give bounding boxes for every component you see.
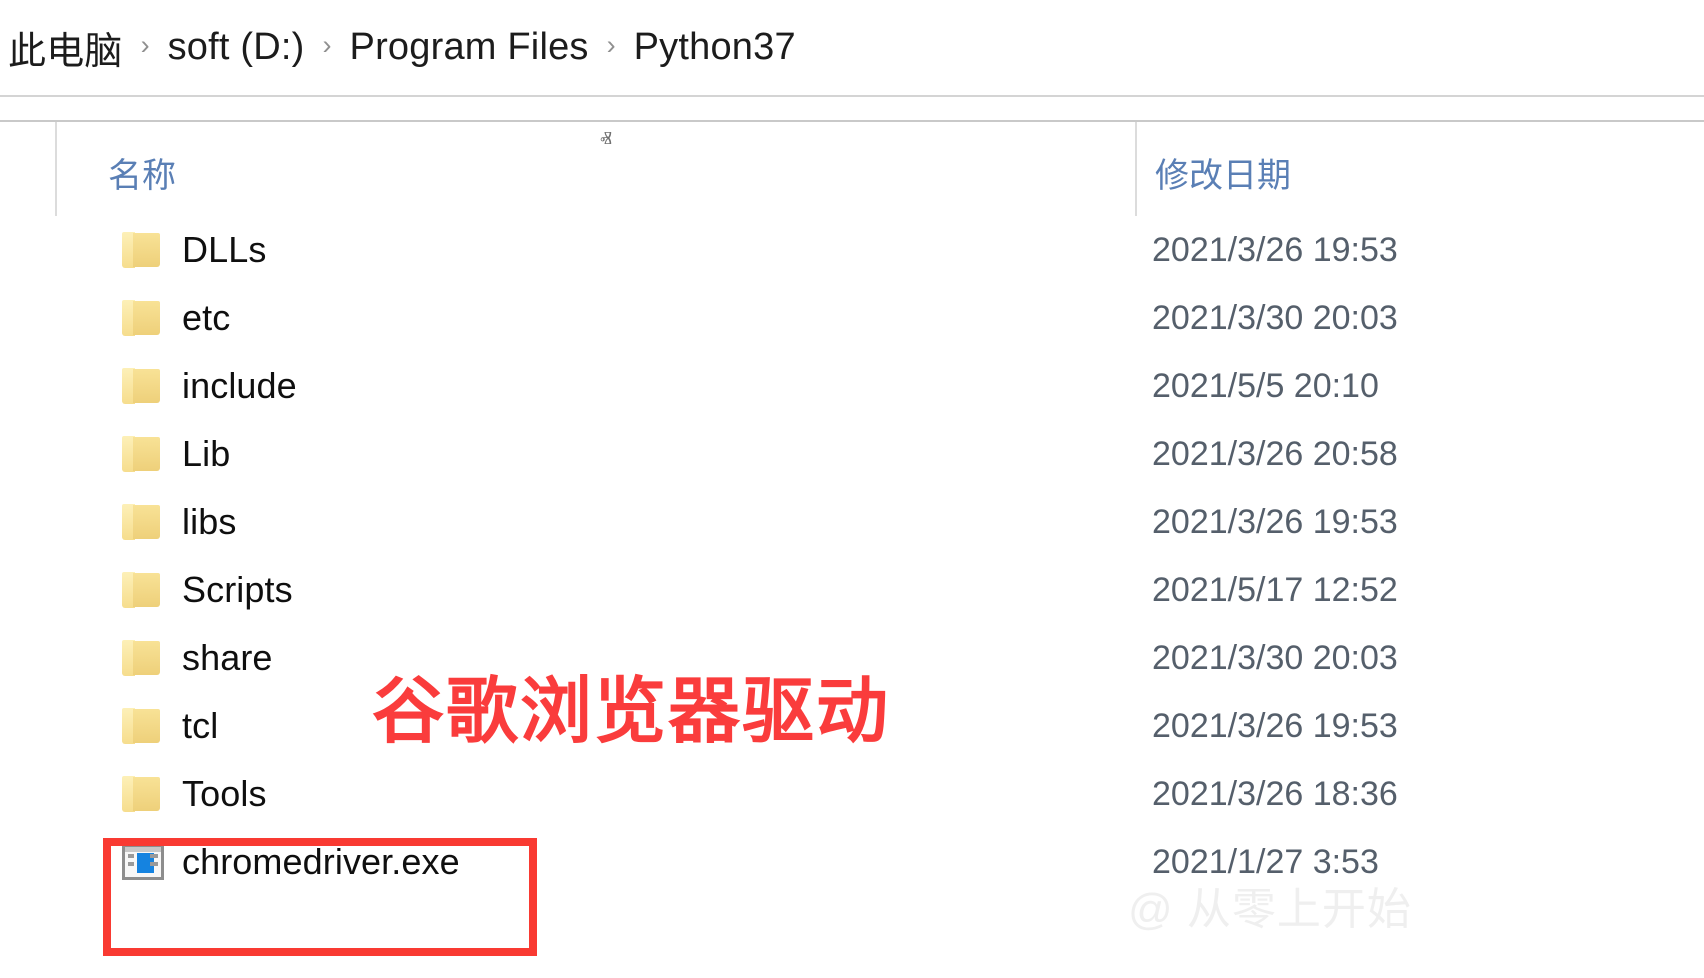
folder-icon (122, 295, 168, 341)
file-date-modified: 2021/3/30 20:03 (1152, 298, 1398, 337)
watermark: @ 从零上开始 (1128, 885, 1412, 934)
folder-icon (122, 499, 168, 545)
breadcrumb-item-this-pc[interactable]: 此电脑 (8, 20, 123, 75)
folder-icon (122, 635, 168, 681)
file-name: DLLs (182, 229, 267, 270)
breadcrumb-separator-icon-1: › (140, 30, 150, 60)
table-row[interactable]: include 2021/5/5 20:10 (0, 352, 1704, 420)
divider-above-header (0, 95, 1704, 97)
file-name: etc (182, 297, 231, 338)
file-name: include (182, 365, 297, 406)
breadcrumb-separator-icon-2: › (322, 30, 332, 60)
file-name: chromedriver.exe (182, 841, 460, 882)
column-header-row: ⱏ 名称 修改日期 (0, 122, 1704, 216)
folder-icon (122, 363, 168, 409)
file-list: DLLs 2021/3/26 19:53 etc 2021/3/30 20:03… (0, 216, 1704, 896)
table-row[interactable]: Scripts 2021/5/17 12:52 (0, 556, 1704, 624)
table-row[interactable]: libs 2021/3/26 19:53 (0, 488, 1704, 556)
column-header-name[interactable]: 名称 (108, 148, 176, 197)
file-date-modified: 2021/5/17 12:52 (1152, 570, 1398, 609)
sort-ascending-caret-icon: ⱏ (600, 126, 612, 154)
file-name: Lib (182, 433, 231, 474)
table-row[interactable]: Tools 2021/3/26 18:36 (0, 760, 1704, 828)
annotation-red-text: 谷歌浏览器驱动 (372, 672, 891, 752)
file-name: Scripts (182, 569, 293, 610)
file-date-modified: 2021/3/26 19:53 (1152, 230, 1398, 269)
folder-icon (122, 771, 168, 817)
folder-icon (122, 227, 168, 273)
file-date-modified: 2021/3/26 18:36 (1152, 774, 1398, 813)
folder-icon (122, 567, 168, 613)
column-divider-middle[interactable] (1135, 122, 1137, 216)
file-date-modified: 2021/3/26 19:53 (1152, 502, 1398, 541)
file-name: tcl (182, 705, 219, 746)
file-name: libs (182, 501, 237, 542)
file-date-modified: 2021/3/26 19:53 (1152, 706, 1398, 745)
table-row[interactable]: chromedriver.exe 2021/1/27 3:53 (0, 828, 1704, 896)
table-row[interactable]: etc 2021/3/30 20:03 (0, 284, 1704, 352)
file-date-modified: 2021/1/27 3:53 (1152, 842, 1379, 881)
folder-icon (122, 431, 168, 477)
table-row[interactable]: Lib 2021/3/26 20:58 (0, 420, 1704, 488)
column-header-date-modified[interactable]: 修改日期 (1155, 148, 1291, 197)
file-date-modified: 2021/3/30 20:03 (1152, 638, 1398, 677)
file-date-modified: 2021/5/5 20:10 (1152, 366, 1379, 405)
table-row[interactable]: DLLs 2021/3/26 19:53 (0, 216, 1704, 284)
breadcrumb: 此电脑 › soft (D:) › Program Files › Python… (0, 0, 1704, 95)
breadcrumb-item-soft-d[interactable]: soft (D:) (168, 26, 305, 69)
folder-icon (122, 703, 168, 749)
application-icon (122, 839, 168, 885)
file-date-modified: 2021/3/26 20:58 (1152, 434, 1398, 473)
file-name: share (182, 637, 273, 678)
column-divider-left[interactable] (55, 122, 57, 216)
breadcrumb-separator-icon-3: › (606, 30, 616, 60)
breadcrumb-item-python37[interactable]: Python37 (634, 26, 796, 69)
file-name: Tools (182, 773, 267, 814)
breadcrumb-item-program-files[interactable]: Program Files (350, 26, 589, 69)
